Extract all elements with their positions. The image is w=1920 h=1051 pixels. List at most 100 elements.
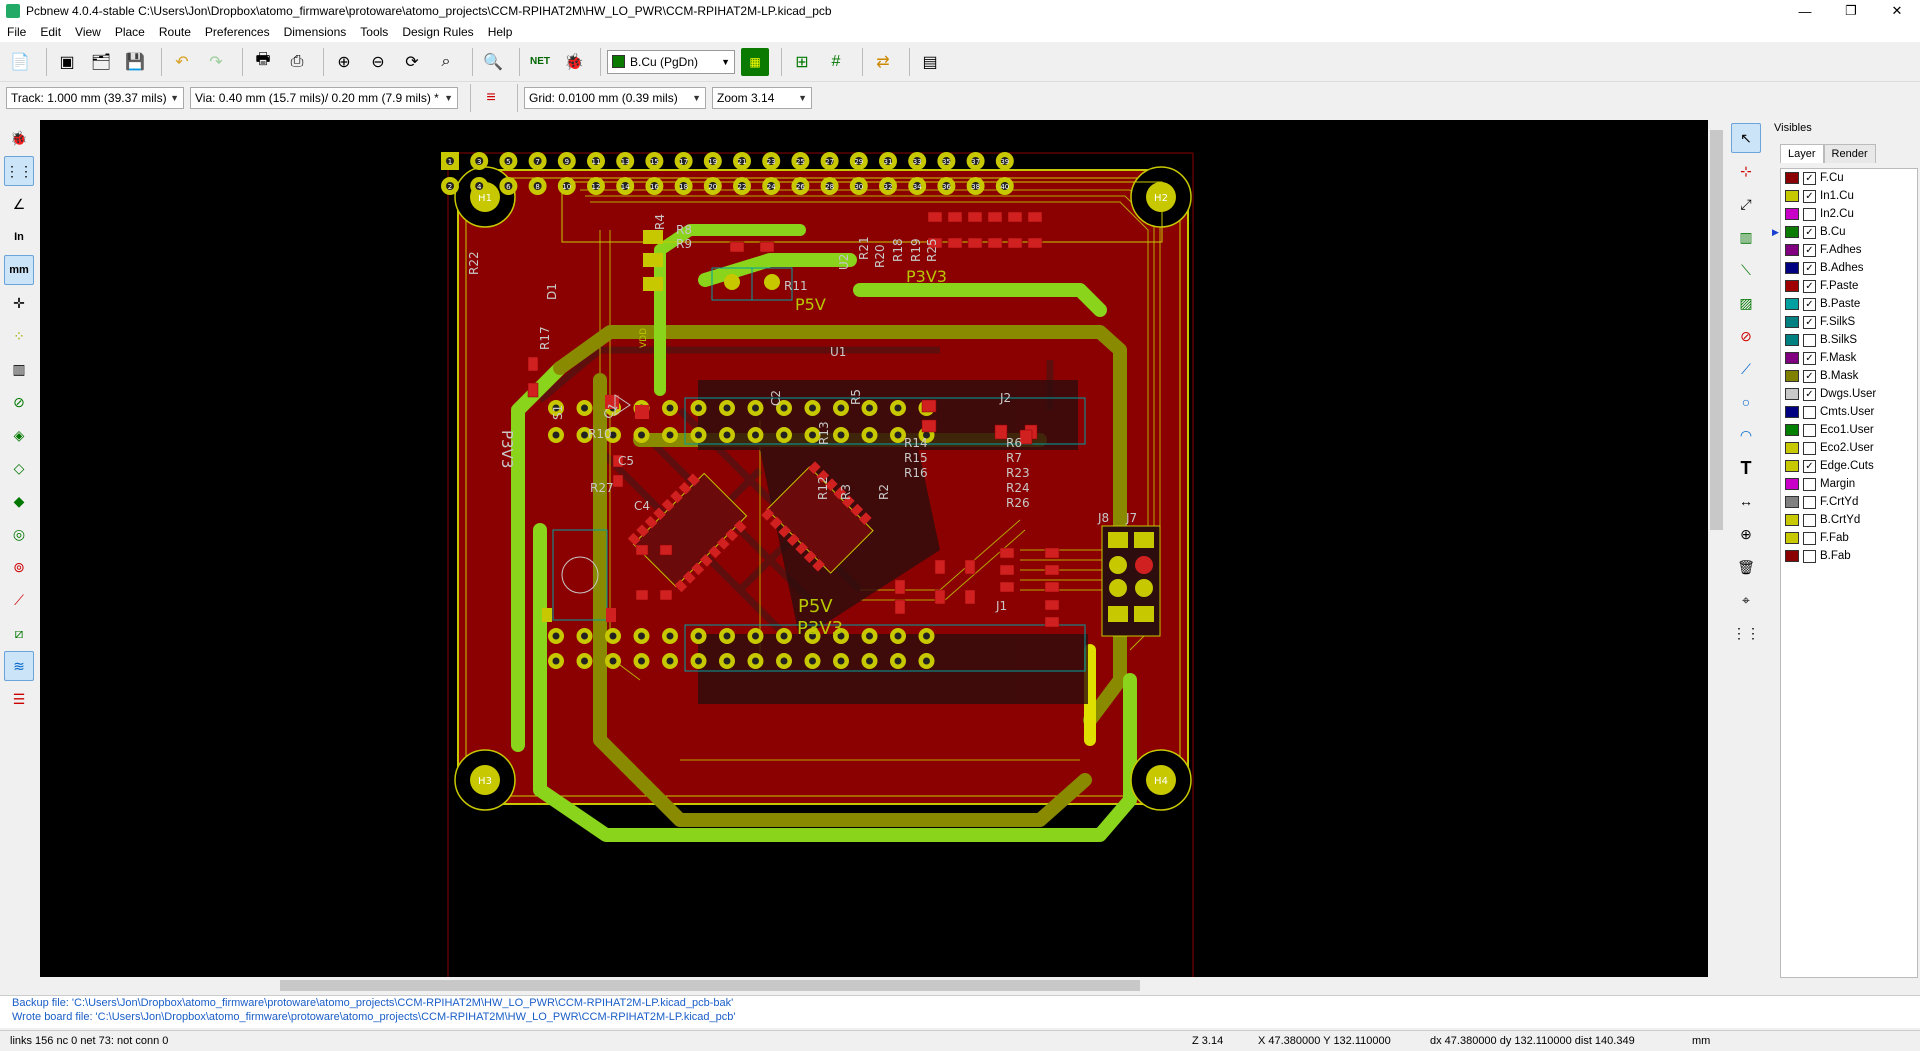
set-origin-icon[interactable]: ⌖ [1731,585,1761,615]
pad-sketch-icon[interactable]: ◎ [4,519,34,549]
layer-color-swatch[interactable] [1785,316,1799,328]
grid-toggle-icon[interactable]: ⋮⋮ [4,156,34,186]
units-inch-icon[interactable]: In [4,222,34,252]
highlight-net-icon[interactable]: ⊹ [1731,156,1761,186]
close-button[interactable]: ✕ [1874,0,1920,22]
menu-route[interactable]: Route [152,25,198,39]
layer-visibility-checkbox[interactable]: ✓ [1803,243,1816,257]
undo-icon[interactable]: ↶ [168,48,196,76]
save-board-icon[interactable]: 💾 [121,48,149,76]
autoroute-icon[interactable]: ⇄ [869,48,897,76]
via-size-select[interactable]: Via: 0.40 mm (15.7 mils)/ 0.20 mm (7.9 m… [190,87,458,109]
layer-pair-icon[interactable]: ▦ [741,47,769,76]
layer-color-swatch[interactable] [1785,460,1799,472]
ratsnest-icon[interactable]: ⁘ [4,321,34,351]
layer-color-swatch[interactable] [1785,496,1799,508]
layer-visibility-checkbox[interactable] [1803,405,1816,419]
grid-select[interactable]: Grid: 0.0100 mm (0.39 mils) ▼ [524,87,706,109]
layer-color-swatch[interactable] [1785,388,1799,400]
layer-color-swatch[interactable] [1785,208,1799,220]
layer-visibility-checkbox[interactable] [1803,531,1816,545]
minimize-button[interactable]: — [1782,0,1828,22]
add-target-icon[interactable]: ⊕ [1731,519,1761,549]
mounting-hole-h4[interactable]: H4 [1130,749,1192,811]
layer-row-b-crtyd[interactable]: B.CrtYd [1781,511,1917,529]
layer-row-b-adhes[interactable]: ✓ B.Adhes [1781,259,1917,277]
via-sketch-icon[interactable]: ⊚ [4,552,34,582]
layer-visibility-checkbox[interactable] [1803,333,1816,347]
layer-color-swatch[interactable] [1785,172,1799,184]
mounting-hole-h2[interactable]: H2 [1130,166,1192,228]
new-board-icon[interactable]: 📄 [6,48,34,76]
route-track-icon[interactable]: ⟍ [1731,255,1761,285]
header-pads-row-odd[interactable]: 1 3 5 7 9 11 13 15 17 19 21 23 25 27 29 31 33 35 37 39 [441,152,1014,170]
zoom-in-icon[interactable]: ⊕ [330,48,358,76]
layer-row-f-fab[interactable]: F.Fab [1781,529,1917,547]
jumper-j8-j7[interactable] [1101,525,1161,637]
auto-track-width-icon[interactable]: ≡ [477,84,505,112]
zone-outline-icon[interactable]: ◇ [4,453,34,483]
track-sketch-icon[interactable]: ⟋ [4,585,34,615]
layer-color-swatch[interactable] [1785,514,1799,526]
menu-edit[interactable]: Edit [33,25,68,39]
menu-help[interactable]: Help [481,25,520,39]
layer-color-swatch[interactable] [1785,298,1799,310]
layer-row-f-adhes[interactable]: ✓ F.Adhes [1781,241,1917,259]
find-icon[interactable]: 🔍 [479,48,507,76]
layer-visibility-checkbox[interactable]: ✓ [1803,351,1816,365]
layer-row-b-paste[interactable]: ✓ B.Paste [1781,295,1917,313]
layer-row-f-cu[interactable]: ✓ F.Cu [1781,169,1917,187]
layer-row-f-crtyd[interactable]: F.CrtYd [1781,493,1917,511]
layer-visibility-checkbox[interactable]: ✓ [1803,459,1816,473]
layer-visibility-checkbox[interactable]: ✓ [1803,225,1816,239]
delete-icon[interactable]: 🗑 [1731,552,1761,582]
layer-row-in1-cu[interactable]: ✓ In1.Cu [1781,187,1917,205]
tab-layer[interactable]: Layer [1780,144,1824,163]
plot-icon[interactable]: ⎙ [283,48,311,76]
menu-tools[interactable]: Tools [353,25,395,39]
high-contrast-icon[interactable]: ⧄ [4,618,34,648]
layer-color-swatch[interactable] [1785,532,1799,544]
layer-visibility-checkbox[interactable]: ✓ [1803,189,1816,203]
layer-color-swatch[interactable] [1785,280,1799,292]
layer-visibility-checkbox[interactable] [1803,423,1816,437]
units-mm-icon[interactable]: mm [4,255,34,285]
add-line-icon[interactable]: ⟋ [1731,354,1761,384]
layer-row-f-paste[interactable]: ✓ F.Paste [1781,277,1917,295]
layer-color-swatch[interactable] [1785,226,1799,238]
layer-color-swatch[interactable] [1785,334,1799,346]
menu-place[interactable]: Place [108,25,152,39]
layer-visibility-checkbox[interactable]: ✓ [1803,261,1816,275]
add-footprint-icon[interactable]: ▥ [1731,222,1761,252]
layer-color-swatch[interactable] [1785,190,1799,202]
layer-row-b-silks[interactable]: B.SilkS [1781,331,1917,349]
auto-delete-track-icon[interactable]: ⊘ [4,387,34,417]
vertical-scrollbar[interactable] [1708,120,1725,977]
layer-color-swatch[interactable] [1785,424,1799,436]
layer-row-eco1-user[interactable]: Eco1.User [1781,421,1917,439]
layer-color-swatch[interactable] [1785,370,1799,382]
layer-color-swatch[interactable] [1785,244,1799,256]
mounting-hole-h3[interactable]: H3 [454,749,516,811]
layer-visibility-checkbox[interactable]: ✓ [1803,279,1816,293]
layer-visibility-checkbox[interactable] [1803,495,1816,509]
grid-origin-icon[interactable]: ⋮⋮ [1731,618,1761,648]
pcb-canvas[interactable]: H1 H2 H3 H4 1 3 5 7 9 11 13 15 17 19 21 23 25 27 29 31 3… [40,120,1708,977]
redraw-icon[interactable]: ⟳ [398,48,426,76]
layer-visibility-checkbox[interactable]: ✓ [1803,171,1816,185]
layer-row-eco2-user[interactable]: Eco2.User [1781,439,1917,457]
maximize-button[interactable]: ❐ [1828,0,1874,22]
layer-visibility-checkbox[interactable] [1803,441,1816,455]
redo-icon[interactable]: ↷ [202,48,230,76]
zoom-out-icon[interactable]: ⊖ [364,48,392,76]
menu-design-rules[interactable]: Design Rules [395,25,480,39]
layer-row-b-cu[interactable]: ▶ ✓ B.Cu [1772,223,1917,241]
add-circle-icon[interactable]: ○ [1731,387,1761,417]
layer-color-swatch[interactable] [1785,550,1799,562]
mounting-hole-h1[interactable]: H1 [454,166,516,228]
layer-row-b-mask[interactable]: ✓ B.Mask [1781,367,1917,385]
layer-row-f-silks[interactable]: ✓ F.SilkS [1781,313,1917,331]
menu-view[interactable]: View [68,25,108,39]
layer-color-swatch[interactable] [1785,262,1799,274]
layer-visibility-checkbox[interactable]: ✓ [1803,369,1816,383]
